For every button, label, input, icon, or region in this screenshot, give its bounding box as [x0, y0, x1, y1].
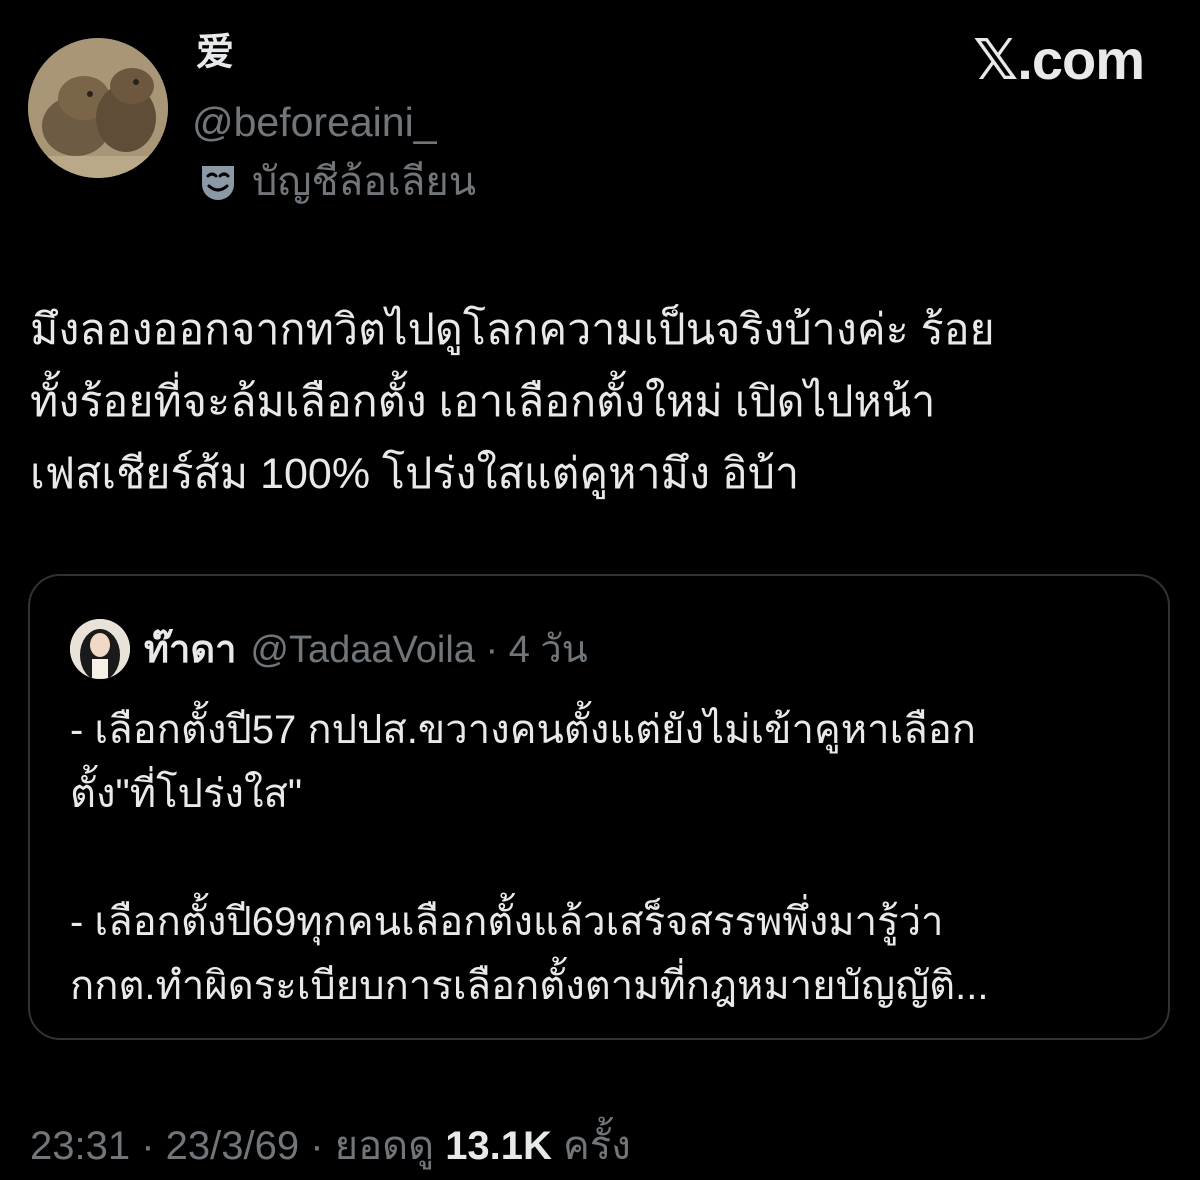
- x-logo: 𝕏.com: [973, 28, 1145, 91]
- parody-account-label: บัญชีล้อเลียน: [252, 160, 477, 204]
- quoted-tweet-text: - เลือกตั้งปี57 กปปส.ขวางคนตั้งแต่ยังไม่…: [70, 708, 989, 1008]
- views-suffix: ครั้ง: [551, 1124, 631, 1168]
- author-handle[interactable]: @beforeaini_: [192, 102, 437, 143]
- quoted-author-meta: @TadaaVoila · 4 วัน: [250, 629, 588, 671]
- quoted-author-avatar[interactable]: [70, 618, 130, 679]
- user-avatar-icon: [70, 618, 130, 679]
- theater-mask-icon: [202, 166, 234, 200]
- author-avatar[interactable]: [28, 38, 168, 178]
- tweet-timestamp[interactable]: 23:31 · 23/3/69 · ยอดดู: [30, 1124, 445, 1168]
- parody-label-row: บัญชีล้อเลียน: [196, 160, 476, 204]
- quoted-tweet-header: ท๊าดา @TadaaVoila · 4 วัน: [70, 618, 588, 679]
- author-display-name[interactable]: 爱: [196, 34, 234, 72]
- quoted-author-name[interactable]: ท๊าดา: [144, 618, 236, 679]
- tweet-text: มึงลองออกจากทวิตไปดูโลกความเป็นจริงบ้างค…: [30, 306, 995, 498]
- views-count: 13.1K: [445, 1124, 552, 1168]
- quoted-tweet-card[interactable]: ท๊าดา @TadaaVoila · 4 วัน - เลือกตั้งปี5…: [28, 574, 1170, 1040]
- capybara-avatar-icon: [28, 38, 168, 178]
- tweet-footer: 23:31 · 23/3/69 · ยอดดู 13.1K ครั้ง: [30, 1124, 631, 1168]
